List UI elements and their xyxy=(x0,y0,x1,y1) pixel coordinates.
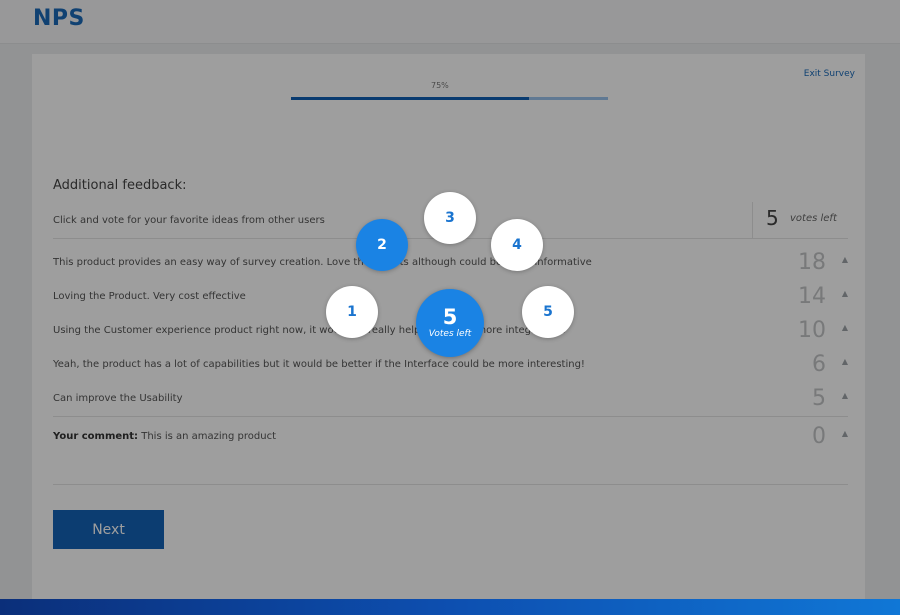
vote-option-5[interactable]: 5 xyxy=(522,286,574,338)
votes-left-bubble-count: 5 xyxy=(442,305,458,329)
vote-option-1[interactable]: 1 xyxy=(326,286,378,338)
footer-bar xyxy=(0,599,900,615)
votes-left-bubble-label: Votes left xyxy=(428,329,472,339)
vote-option-3[interactable]: 3 xyxy=(424,192,476,244)
votes-left-bubble: 5 Votes left xyxy=(416,289,484,357)
vote-option-2[interactable]: 2 xyxy=(356,219,408,271)
vote-option-4[interactable]: 4 xyxy=(491,219,543,271)
